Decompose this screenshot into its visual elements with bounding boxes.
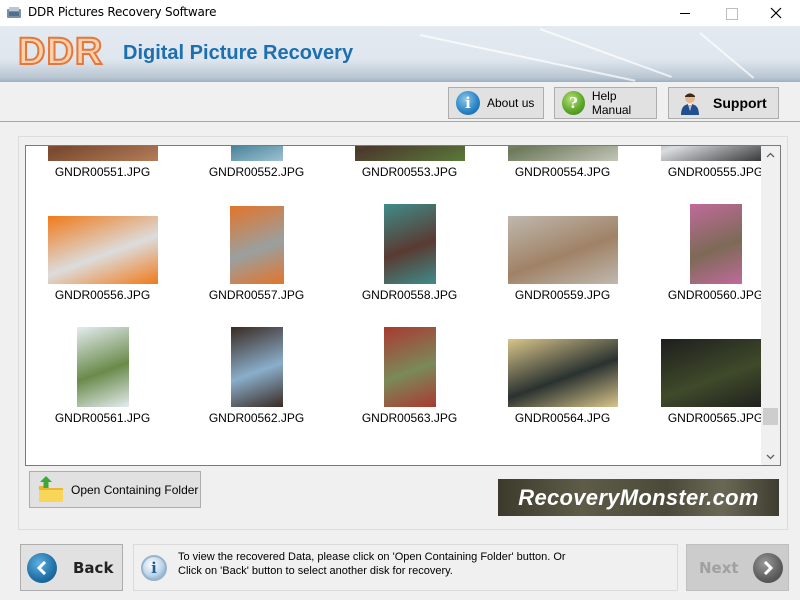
header-banner: DDR Digital Picture Recovery [0, 26, 800, 82]
image-thumbnail [689, 204, 742, 284]
file-tile[interactable]: GNDR00561.JPG [26, 319, 179, 442]
instruction-line-2: Click on 'Back' button to select another… [178, 565, 453, 577]
minimize-button[interactable] [662, 0, 708, 26]
file-name: GNDR00563.JPG [361, 411, 458, 425]
file-name: GNDR00555.JPG [667, 165, 764, 179]
file-tile[interactable]: GNDR00555.JPG [639, 146, 780, 196]
next-label: Next [699, 558, 739, 577]
file-tile[interactable]: GNDR00559.JPG [486, 196, 639, 319]
image-thumbnail [47, 216, 158, 284]
file-tile[interactable]: GNDR00556.JPG [26, 196, 179, 319]
file-tile[interactable]: GNDR00554.JPG [486, 146, 639, 196]
image-thumbnail [354, 146, 465, 161]
back-button[interactable]: Back [20, 544, 123, 591]
back-label: Back [73, 558, 114, 577]
vertical-scrollbar[interactable] [761, 146, 780, 465]
file-tile[interactable]: GNDR00557.JPG [180, 196, 333, 319]
file-name: GNDR00561.JPG [54, 411, 151, 425]
chevron-up-icon [766, 152, 775, 157]
about-us-label: About us [487, 96, 535, 110]
scrollbar-thumb[interactable] [763, 408, 778, 425]
image-thumbnail [507, 216, 618, 284]
help-manual-button[interactable]: ? Help Manual [554, 87, 657, 119]
banner-decoration [539, 28, 672, 78]
recovered-files-gallery[interactable]: GNDR00551.JPG GNDR00552.JPG GNDR00553.JPG G… [25, 145, 781, 466]
help-manual-label: Help Manual [591, 89, 632, 117]
file-tile[interactable]: GNDR00551.JPG [26, 146, 179, 196]
open-folder-label: Open Containing Folder [71, 482, 199, 497]
open-containing-folder-button[interactable]: Open Containing Folder [29, 471, 201, 508]
next-arrow-icon [752, 552, 783, 583]
back-arrow-icon [27, 552, 57, 583]
instruction-text: To view the recovered Data, please click… [178, 550, 566, 578]
maximize-button[interactable] [708, 0, 754, 26]
file-name: GNDR00560.JPG [667, 288, 764, 302]
image-thumbnail [660, 339, 771, 407]
close-button[interactable] [754, 0, 800, 26]
file-name: GNDR00559.JPG [514, 288, 611, 302]
window-title: DDR Pictures Recovery Software [28, 5, 217, 19]
support-label: Support [713, 95, 767, 111]
next-button[interactable]: Next [686, 544, 789, 591]
file-tile[interactable]: GNDR00560.JPG [639, 196, 780, 319]
recoverymonster-link[interactable]: RecoveryMonster.com [498, 479, 779, 516]
file-name: GNDR00553.JPG [361, 165, 458, 179]
image-thumbnail [383, 327, 436, 407]
file-name: GNDR00565.JPG [667, 411, 764, 425]
about-us-button[interactable]: i About us [448, 87, 544, 119]
image-thumbnail [660, 146, 771, 161]
instruction-line-1: To view the recovered Data, please click… [178, 551, 566, 563]
file-tile[interactable]: GNDR00562.JPG [180, 319, 333, 442]
close-icon [770, 7, 782, 19]
file-tile[interactable]: GNDR00563.JPG [333, 319, 486, 442]
title-bar: DDR Pictures Recovery Software [0, 0, 800, 26]
info-icon: i [456, 91, 480, 115]
file-tile[interactable]: GNDR00558.JPG [333, 196, 486, 319]
file-name: GNDR00558.JPG [361, 288, 458, 302]
image-thumbnail [507, 339, 618, 407]
question-icon: ? [562, 91, 585, 115]
product-name: Digital Picture Recovery [123, 42, 354, 64]
image-thumbnail [230, 327, 283, 407]
support-button[interactable]: Support [668, 87, 779, 119]
image-thumbnail [507, 146, 618, 161]
image-thumbnail [383, 204, 436, 284]
file-name: GNDR00557.JPG [208, 288, 305, 302]
scroll-up-button[interactable] [761, 146, 780, 163]
scroll-down-button[interactable] [761, 448, 780, 465]
file-name: GNDR00564.JPG [514, 411, 611, 425]
support-person-icon [681, 93, 699, 115]
file-name: GNDR00551.JPG [54, 165, 151, 179]
file-tile[interactable]: GNDR00565.JPG [639, 319, 780, 442]
folder-open-icon [39, 475, 63, 502]
info-icon: i [141, 555, 167, 581]
thumbnail-grid: GNDR00551.JPG GNDR00552.JPG GNDR00553.JPG G… [26, 146, 771, 465]
image-thumbnail [76, 327, 129, 407]
file-tile[interactable]: GNDR00553.JPG [333, 146, 486, 196]
image-thumbnail [229, 206, 284, 284]
file-name: GNDR00554.JPG [514, 165, 611, 179]
banner-decoration [419, 34, 636, 82]
app-window: DDR Pictures Recovery Software DDR Digit… [0, 0, 800, 600]
file-name: GNDR00556.JPG [54, 288, 151, 302]
file-name: GNDR00562.JPG [208, 411, 305, 425]
file-tile[interactable]: GNDR00564.JPG [486, 319, 639, 442]
banner-decoration [699, 32, 755, 79]
file-tile[interactable]: GNDR00552.JPG [180, 146, 333, 196]
file-name: GNDR00552.JPG [208, 165, 305, 179]
chevron-down-icon [766, 454, 775, 459]
instruction-panel: i To view the recovered Data, please cli… [133, 544, 678, 591]
app-icon [7, 7, 21, 18]
ddr-logo: DDR [17, 31, 104, 73]
top-toolbar: i About us ? Help Manual Support [0, 82, 800, 122]
image-thumbnail [47, 146, 158, 161]
image-thumbnail [230, 146, 283, 161]
